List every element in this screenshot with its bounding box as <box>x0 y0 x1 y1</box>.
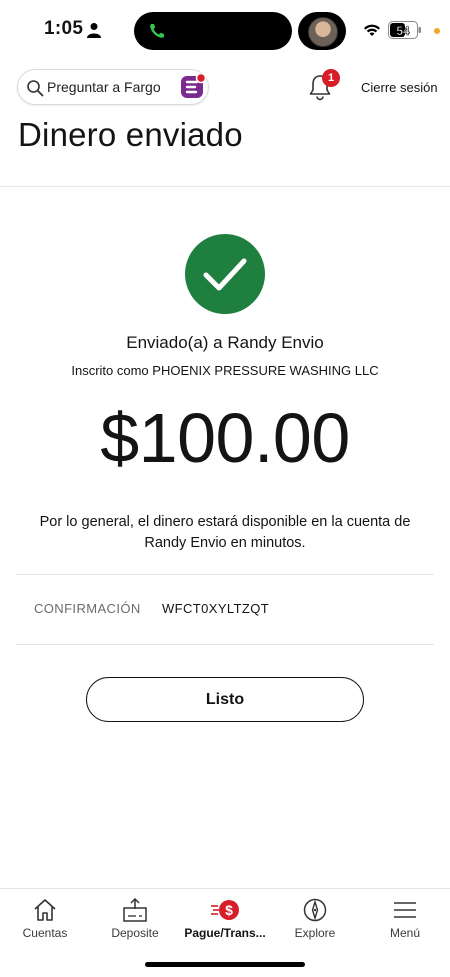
home-indicator[interactable] <box>145 962 305 967</box>
nav-item-accounts[interactable]: Cuentas <box>0 889 90 949</box>
notification-badge: 1 <box>322 69 340 87</box>
person-icon <box>87 23 101 38</box>
privacy-indicator <box>434 28 440 34</box>
deposit-icon <box>123 897 147 922</box>
battery-icon: 54 <box>388 21 421 39</box>
wifi-icon <box>364 24 380 36</box>
nav-item-explore[interactable]: Explore <box>270 889 360 949</box>
nav-label: Deposite <box>111 926 159 940</box>
phone-call-icon[interactable] <box>148 22 166 40</box>
avatar <box>308 17 338 47</box>
recipient-enrollment: Inscrito como PHOENIX PRESSURE WASHING L… <box>71 363 379 378</box>
nav-label: Cuentas <box>22 926 68 940</box>
home-icon <box>34 899 56 921</box>
nav-item-deposit[interactable]: Deposite <box>90 889 180 949</box>
menu-icon <box>394 902 416 918</box>
nav-label: Pague/Trans... <box>184 926 266 940</box>
search-icon <box>27 80 44 97</box>
divider <box>16 644 434 645</box>
divider <box>16 574 434 575</box>
nav-label: Explore <box>294 926 336 940</box>
svg-text:$: $ <box>225 902 233 918</box>
recipient-heading: Enviado(a) a Randy Envio <box>126 333 324 352</box>
amount-sent: $100.00 <box>100 399 350 477</box>
nav-item-pay-transfer[interactable]: $ Pague/Trans... <box>180 889 270 949</box>
nav-label: Menú <box>389 926 421 940</box>
confirmation-code: WFCT0XYLTZQT <box>162 601 270 616</box>
compass-icon <box>303 898 327 922</box>
pay-transfer-icon: $ <box>211 900 239 920</box>
fargo-assistant-icon[interactable] <box>180 73 206 99</box>
page-title: Dinero enviado <box>18 116 243 153</box>
battery-level: 54 <box>396 24 410 38</box>
success-check-icon <box>185 234 265 314</box>
confirmation-label: CONFIRMACIÓN <box>34 601 141 616</box>
done-button[interactable]: Listo <box>86 677 364 722</box>
divider <box>0 186 450 187</box>
logout-link[interactable]: Cierre sesión <box>361 80 438 95</box>
search-placeholder[interactable]: Preguntar a Fargo <box>47 79 161 95</box>
status-time: 1:05 <box>44 18 84 39</box>
availability-notice: Por lo general, el dinero estará disponi… <box>39 514 411 551</box>
nav-item-menu[interactable]: Menú <box>360 889 450 949</box>
